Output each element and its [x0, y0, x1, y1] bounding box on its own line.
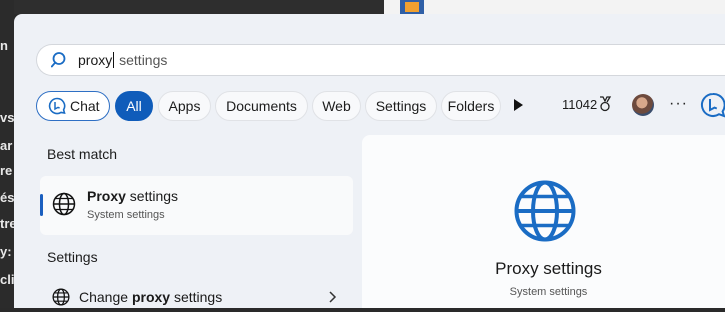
bg-text: re	[0, 163, 13, 178]
settings-heading: Settings	[47, 249, 98, 265]
bg-text: cli	[0, 272, 15, 287]
user-avatar[interactable]	[632, 94, 654, 116]
selection-indicator	[40, 194, 43, 216]
best-match-heading: Best match	[47, 146, 118, 162]
filter-chat-label: Chat	[70, 98, 100, 114]
start-search-panel: proxy settings Chat All Apps Documents W…	[14, 14, 725, 308]
settings-result-suffix: settings	[170, 289, 223, 305]
globe-icon	[514, 180, 576, 242]
more-filters-arrow-icon[interactable]	[514, 99, 523, 111]
background-strip	[384, 0, 725, 14]
background-window-top	[14, 0, 725, 14]
search-icon	[51, 52, 66, 68]
best-match-title-rest: settings	[125, 188, 179, 204]
filter-folders[interactable]: Folders	[441, 91, 501, 121]
search-box[interactable]: proxy settings	[36, 44, 725, 76]
filter-apps[interactable]: Apps	[158, 91, 211, 121]
filter-apps-label: Apps	[168, 98, 201, 114]
best-match-title: Proxy settings	[87, 188, 178, 204]
filter-all-label: All	[126, 98, 142, 114]
filter-documents[interactable]: Documents	[215, 91, 308, 121]
rewards-points: 11042	[562, 97, 598, 112]
settings-result-bold: proxy	[131, 289, 171, 305]
settings-result-prefix: Change	[79, 289, 132, 305]
background-window-left: n vs ar re és tre y: cli	[0, 0, 17, 308]
globe-icon	[52, 288, 70, 306]
bg-text: és	[0, 190, 15, 205]
filter-all[interactable]: All	[115, 91, 153, 121]
best-match-result[interactable]: Proxy settings System settings	[40, 176, 353, 235]
bing-icon[interactable]	[700, 92, 725, 118]
rewards-medal-icon[interactable]	[598, 96, 612, 112]
filter-documents-label: Documents	[226, 98, 297, 114]
settings-result-label: Change proxy settings	[79, 289, 222, 305]
result-preview-pane: Proxy settings System settings	[362, 135, 725, 308]
background-app-icon	[400, 0, 424, 14]
globe-icon	[52, 192, 76, 216]
preview-title: Proxy settings	[495, 259, 602, 278]
filter-web-label: Web	[322, 98, 351, 114]
search-input[interactable]: proxy settings	[78, 52, 167, 68]
best-match-title-bold: Proxy	[87, 188, 126, 204]
bg-text: n	[0, 38, 8, 53]
filter-settings[interactable]: Settings	[365, 91, 437, 121]
bing-chat-icon	[48, 97, 66, 115]
bg-text: vs	[0, 110, 15, 125]
filter-folders-label: Folders	[447, 98, 495, 114]
filter-web[interactable]: Web	[312, 91, 361, 121]
filter-bar: Chat All Apps Documents Web Settings Fol…	[36, 91, 725, 121]
search-typed-text: proxy	[78, 52, 113, 68]
search-suggestion-text: settings	[115, 52, 168, 68]
filter-chat[interactable]: Chat	[36, 91, 110, 121]
more-options-icon[interactable]: ···	[669, 95, 688, 113]
chevron-right-icon[interactable]	[327, 290, 337, 304]
bg-text: ar	[0, 138, 13, 153]
preview-subtitle: System settings	[509, 286, 588, 298]
best-match-subtitle: System settings	[87, 209, 165, 221]
filter-settings-label: Settings	[375, 98, 427, 114]
bg-text: y:	[0, 244, 12, 259]
